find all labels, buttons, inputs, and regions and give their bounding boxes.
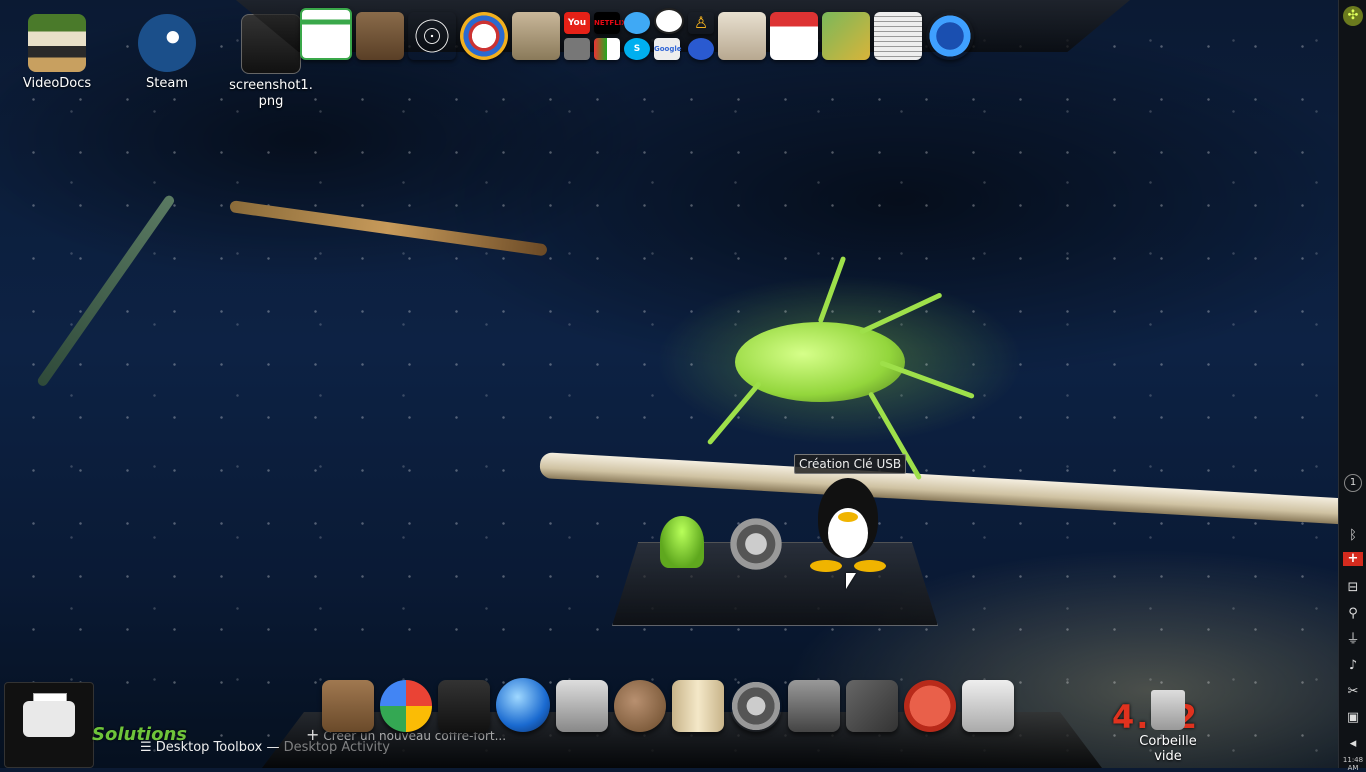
desktop-icon-steam[interactable]: Steam (122, 14, 212, 92)
wallpaper-branch (539, 452, 1366, 526)
tooltip: Création Clé USB (794, 454, 907, 474)
activity-separator: — (266, 740, 280, 755)
trash-label-line1: Corbeille (1139, 734, 1197, 749)
settings-icon[interactable] (730, 680, 782, 732)
chart-icon[interactable] (594, 38, 620, 60)
lock-icon[interactable]: ▣ (1343, 708, 1363, 728)
gear-tools-icon[interactable] (726, 514, 786, 574)
wallpaper-bubbles (0, 0, 1366, 768)
periscope-icon[interactable] (624, 12, 650, 34)
swiss-flag-icon[interactable]: + (1343, 552, 1363, 566)
clock-icon[interactable] (654, 8, 684, 34)
spreadsheet-icon[interactable] (300, 8, 352, 60)
news-icon[interactable] (874, 12, 922, 60)
printer-icon (23, 701, 75, 737)
netflix-icon[interactable]: NETFLIX (594, 12, 627, 34)
clock[interactable]: 11:48 AM (1339, 756, 1366, 772)
pinwheel-icon[interactable] (380, 680, 432, 732)
tape-recorder-icon[interactable] (512, 12, 560, 60)
trash-icon (1151, 690, 1185, 730)
app-launcher-icon[interactable]: ✣ (1343, 6, 1363, 26)
money-icon[interactable] (822, 12, 870, 60)
box-icon[interactable] (356, 12, 404, 60)
wallpaper-spider-leg (858, 292, 943, 335)
desktop-icon-label: screenshot1.png (229, 78, 313, 109)
globe-icon[interactable] (688, 38, 714, 60)
spiderweb-icon[interactable] (408, 12, 456, 60)
trash-label-line2: vide (1154, 749, 1182, 764)
menu-icon: ☰ (140, 740, 152, 755)
wallpaper-stick (229, 200, 548, 257)
wallpaper-leaf (35, 193, 177, 388)
android-icon[interactable] (660, 516, 704, 568)
bluetooth-icon[interactable]: ᛒ (1343, 526, 1363, 546)
toolbox-icon[interactable] (322, 680, 374, 732)
desktop-icon-label: VideoDocs (22, 76, 92, 91)
skype-icon[interactable]: S (624, 38, 650, 60)
usb-icon[interactable]: ⏚ (1343, 630, 1363, 650)
top-dock: You Tube NETFLIX S Google ♙ (300, 8, 974, 60)
right-panel: ✣ 1 ᛒ + ⊟ ⚲ ⏚ ♪ ✂ ▣ ◂ 11:48 AM (1338, 0, 1366, 772)
desktop-icon-videodocs[interactable]: VideoDocs (12, 14, 102, 92)
scissors-icon[interactable]: ✂ (1343, 682, 1363, 702)
person-icon[interactable]: ♙ (688, 12, 714, 34)
network-icon[interactable]: ⊟ (1343, 578, 1363, 598)
youtube-icon[interactable]: You Tube (564, 12, 590, 50)
printer-tile[interactable] (4, 682, 94, 768)
puzzle-icon[interactable] (962, 680, 1014, 732)
activity-bar[interactable]: ☰ Desktop Toolbox — Desktop Activity (140, 740, 390, 755)
info-icon[interactable]: 1 (1344, 474, 1362, 492)
wallpaper-spider-leg (817, 255, 847, 324)
google-icon[interactable]: Google (654, 38, 682, 60)
tux-icon[interactable] (808, 478, 888, 574)
block-icon[interactable] (788, 680, 840, 732)
desktop-icon-label: Steam (146, 76, 188, 91)
social-media-icon[interactable] (460, 12, 508, 60)
joystick-icon[interactable] (718, 12, 766, 60)
calendar-icon[interactable] (770, 12, 818, 60)
magic-tools-icon[interactable] (846, 680, 898, 732)
bottom-dock (322, 678, 1014, 732)
steam-icon (138, 14, 196, 72)
projector-icon[interactable] (556, 680, 608, 732)
potato-icon[interactable] (614, 680, 666, 732)
power-icon[interactable] (904, 680, 956, 732)
desktop-toolbox[interactable]: Desktop Toolbox (156, 740, 263, 755)
volume-icon[interactable]: ♪ (1343, 656, 1363, 676)
telephone-icon[interactable] (926, 12, 974, 60)
safe-icon[interactable] (564, 38, 590, 60)
user-icon[interactable]: ⚲ (1343, 604, 1363, 624)
desktop-activity[interactable]: Desktop Activity (284, 740, 390, 755)
wallpaper-spider-leg (706, 380, 762, 446)
book-icon[interactable] (672, 680, 724, 732)
wallpaper-spider (735, 322, 905, 402)
books-icon (28, 14, 86, 72)
arrow-left-icon[interactable]: ◂ (1343, 734, 1363, 754)
wallpaper-spider-leg (879, 360, 975, 400)
media-player-icon[interactable] (496, 678, 550, 732)
camera-icon[interactable] (438, 680, 490, 732)
trash-icon-desktop[interactable]: Corbeille vide (1126, 690, 1210, 764)
mouse-cursor (846, 573, 856, 589)
